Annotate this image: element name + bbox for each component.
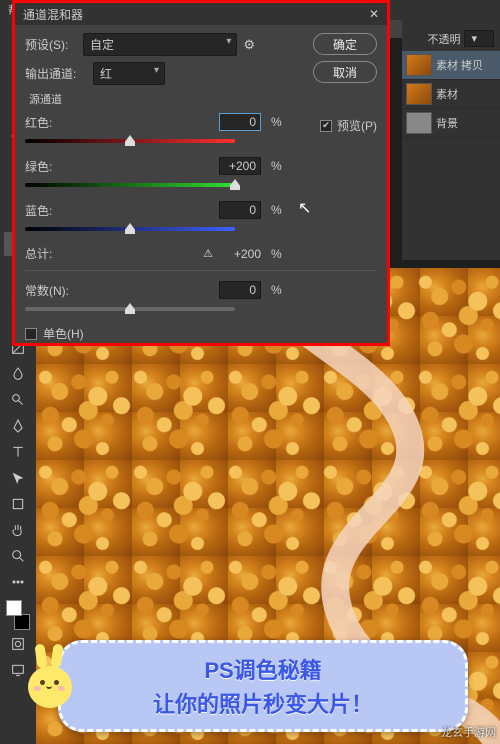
green-label: 绿色:: [25, 158, 69, 175]
tool-hand[interactable]: [4, 518, 32, 542]
bunny-icon: [22, 644, 78, 714]
tool-more[interactable]: [4, 570, 32, 594]
preset-select[interactable]: 自定: [83, 33, 237, 56]
percent-label: %: [271, 247, 285, 261]
tool-rect[interactable]: [4, 492, 32, 516]
tool-blur[interactable]: [4, 362, 32, 386]
green-slider[interactable]: [25, 177, 235, 191]
output-channel-label: 输出通道:: [25, 65, 87, 82]
channel-mixer-dialog: 通道混和器 ✕ 预设(S): 自定 ⚙ 输出通道: 红 确定 取消 ✔ 预览(P…: [12, 0, 390, 346]
red-input[interactable]: [219, 113, 261, 131]
red-slider[interactable]: [25, 133, 235, 147]
layer-row-src[interactable]: 素材: [402, 80, 500, 109]
green-input[interactable]: [219, 157, 261, 175]
layers-panel: 不透明 ▾ 素材 拷贝 素材 背景: [402, 0, 500, 260]
opacity-label: 不透明: [427, 31, 460, 47]
constant-label: 常数(N):: [25, 282, 81, 299]
monochrome-checkbox[interactable]: [25, 328, 37, 340]
percent-label: %: [271, 115, 285, 129]
tool-type[interactable]: [4, 440, 32, 464]
tool-dodge[interactable]: [4, 388, 32, 412]
gear-icon[interactable]: ⚙: [243, 37, 255, 53]
layer-name: 素材 拷贝: [436, 57, 483, 73]
close-icon[interactable]: ✕: [369, 7, 379, 21]
warning-icon: ⚠: [203, 247, 213, 260]
callout-bubble: PS调色秘籍 让你的照片秒变大片！: [58, 640, 468, 732]
layer-thumb-icon: [406, 83, 432, 105]
watermark: 龙玄手游网: [441, 724, 496, 740]
layer-row-bg[interactable]: 背景: [402, 109, 500, 138]
percent-label: %: [271, 203, 285, 217]
tool-path[interactable]: [4, 466, 32, 490]
preview-checkbox[interactable]: ✔: [320, 120, 332, 132]
callout: PS调色秘籍 让你的照片秒变大片！: [28, 640, 468, 732]
tool-pen[interactable]: [4, 414, 32, 438]
blue-input[interactable]: [219, 201, 261, 219]
cancel-button[interactable]: 取消: [313, 61, 377, 83]
layer-row-copy[interactable]: 素材 拷贝: [402, 51, 500, 80]
red-label: 红色:: [25, 114, 69, 131]
constant-slider[interactable]: [25, 301, 235, 315]
dialog-titlebar[interactable]: 通道混和器 ✕: [15, 3, 387, 25]
layer-name: 背景: [436, 115, 458, 131]
layer-thumb-icon: [406, 112, 432, 134]
callout-line1: PS调色秘籍: [204, 653, 321, 685]
blue-slider[interactable]: [25, 221, 235, 235]
ok-button[interactable]: 确定: [313, 33, 377, 55]
divider: [25, 270, 377, 271]
callout-line2: 让你的照片秒变大片！: [153, 687, 373, 719]
percent-label: %: [271, 283, 285, 297]
preview-label: 预览(P): [337, 117, 377, 134]
percent-label: %: [271, 159, 285, 173]
total-label: 总计:: [25, 245, 69, 262]
monochrome-label: 单色(H): [43, 325, 84, 342]
total-value: +200: [219, 247, 261, 261]
tool-zoom[interactable]: [4, 544, 32, 568]
opacity-select[interactable]: ▾: [464, 30, 494, 47]
color-swatches[interactable]: [4, 600, 32, 630]
preset-label: 预设(S):: [25, 36, 77, 53]
constant-input[interactable]: [219, 281, 261, 299]
blue-label: 蓝色:: [25, 202, 69, 219]
output-channel-select[interactable]: 红: [93, 62, 165, 85]
layer-thumb-icon: [406, 54, 432, 76]
dialog-title-text: 通道混和器: [23, 6, 83, 23]
layer-name: 素材: [436, 86, 458, 102]
